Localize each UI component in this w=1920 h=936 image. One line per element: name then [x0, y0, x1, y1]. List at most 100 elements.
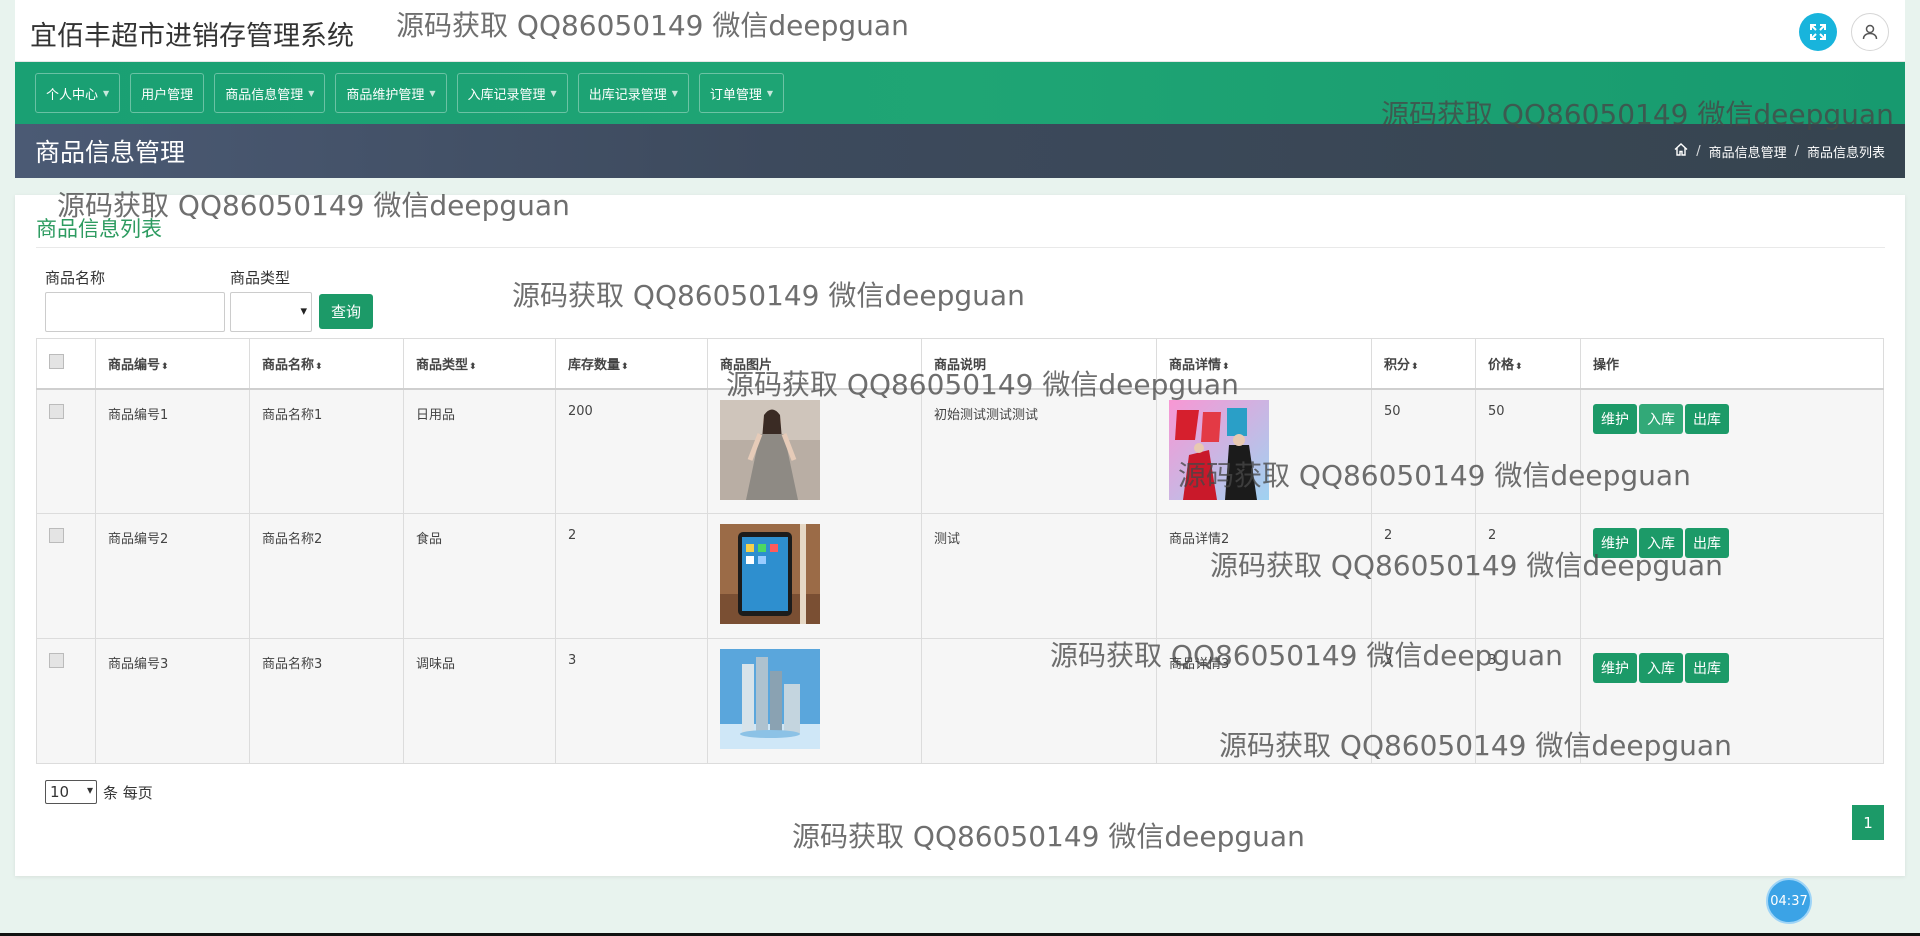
- header-label: 操作: [1593, 357, 1620, 373]
- user-icon[interactable]: [1851, 13, 1889, 51]
- product-detail-image: [1169, 399, 1269, 500]
- nav-product-info[interactable]: 商品信息管理 ▼: [214, 73, 326, 113]
- page-title: 商品信息管理: [35, 138, 186, 167]
- row-actions: 维护 入库 出库: [1593, 403, 1871, 434]
- header-label: 商品编号: [108, 357, 161, 373]
- cell-name: 商品名称3: [249, 638, 404, 764]
- col-product-type[interactable]: 商品类型⬍: [403, 338, 556, 390]
- nav-label: 入库记录管理: [467, 87, 546, 103]
- caret-down-icon: ▼: [550, 88, 557, 98]
- row-checkbox[interactable]: [49, 403, 64, 419]
- page-button-current[interactable]: 1: [1852, 805, 1884, 840]
- cell-price: 2: [1475, 513, 1581, 639]
- cell-code: 商品编号1: [95, 388, 250, 514]
- caret-down-icon: ▼: [103, 88, 110, 98]
- product-type-select[interactable]: [230, 292, 312, 332]
- header-label: 商品图片: [720, 357, 773, 373]
- product-image-dress: [720, 399, 820, 500]
- search-form: 商品名称 商品类型 查询: [45, 267, 374, 332]
- cell-code: 商品编号2: [95, 513, 250, 639]
- per-page-label: 条 每页: [103, 783, 153, 802]
- stock-out-button[interactable]: 出库: [1685, 528, 1729, 558]
- product-table: 商品编号⬍ 商品名称⬍ 商品类型⬍ 库存数量⬍ 商品图片 商品说明 商品详情⬍ …: [36, 338, 1884, 764]
- stock-in-button[interactable]: 入库: [1639, 528, 1683, 558]
- col-stock[interactable]: 库存数量⬍: [555, 338, 708, 390]
- query-button[interactable]: 查询: [319, 294, 374, 329]
- cell-name: 商品名称2: [249, 513, 404, 639]
- table-row: 商品编号3 商品名称3 调味品 3 商品详情3 3 3 维护 入库 出库: [36, 638, 1884, 764]
- cell-points: 3: [1371, 638, 1476, 764]
- col-product-code[interactable]: 商品编号⬍: [95, 338, 250, 390]
- col-product-name[interactable]: 商品名称⬍: [249, 338, 404, 390]
- cell-type: 调味品: [403, 638, 556, 764]
- cell-type: 食品: [403, 513, 556, 639]
- nav-label: 用户管理: [141, 87, 194, 103]
- cell-actions: 维护 入库 出库: [1580, 513, 1884, 639]
- row-actions: 维护 入库 出库: [1593, 653, 1871, 683]
- maintain-button[interactable]: 维护: [1593, 403, 1637, 434]
- col-image: 商品图片: [707, 338, 922, 390]
- col-points[interactable]: 积分⬍: [1371, 338, 1476, 390]
- maintain-button[interactable]: 维护: [1593, 653, 1637, 683]
- select-all-checkbox[interactable]: [49, 353, 64, 369]
- page-size-control: 10 条 每页: [45, 780, 153, 804]
- cell-description: 测试: [921, 513, 1157, 639]
- home-icon[interactable]: [1674, 142, 1688, 160]
- expand-icon[interactable]: [1799, 13, 1837, 51]
- row-actions: 维护 入库 出库: [1593, 528, 1871, 558]
- nav-stock-out-records[interactable]: 出库记录管理 ▼: [577, 73, 689, 113]
- cell-actions: 维护 入库 出库: [1580, 638, 1884, 764]
- col-detail[interactable]: 商品详情⬍: [1156, 338, 1372, 390]
- row-checkbox[interactable]: [49, 653, 64, 668]
- type-label: 商品类型: [230, 269, 291, 287]
- breadcrumb-separator: /: [1794, 143, 1799, 159]
- stock-out-button[interactable]: 出库: [1685, 403, 1729, 434]
- header-label: 商品说明: [934, 357, 987, 373]
- maintain-button[interactable]: 维护: [1593, 528, 1637, 558]
- page-header: 商品信息管理 / 商品信息管理 / 商品信息列表: [15, 124, 1905, 178]
- page-size-select[interactable]: 10: [45, 780, 97, 804]
- header-label: 库存数量: [568, 357, 621, 373]
- cell-stock: 3: [555, 638, 708, 764]
- breadcrumb: / 商品信息管理 / 商品信息列表: [1674, 142, 1885, 161]
- row-checkbox[interactable]: [49, 528, 64, 543]
- cell-points: 50: [1371, 388, 1476, 514]
- sort-icon: ⬍: [621, 361, 629, 372]
- name-label: 商品名称: [45, 269, 106, 287]
- cell-description: [921, 638, 1157, 764]
- app: 宜佰丰超市进销存管理系统 个人中心 ▼ 用户管理 商品信息管理 ▼ 商品维护管理 ▼ …: [15, 0, 1905, 178]
- nav-stock-in-records[interactable]: 入库记录管理 ▼: [456, 73, 568, 113]
- nav-label: 订单管理: [709, 87, 762, 103]
- cell-image: [707, 638, 922, 764]
- breadcrumb-separator: /: [1696, 143, 1701, 159]
- stock-out-button[interactable]: 出库: [1685, 653, 1729, 683]
- nav-order-management[interactable]: 订单管理 ▼: [698, 73, 785, 113]
- cell-detail: [1156, 388, 1372, 514]
- nav-user-management[interactable]: 用户管理: [130, 73, 205, 113]
- cell-detail: 商品详情2: [1156, 513, 1372, 639]
- product-name-input[interactable]: [45, 292, 225, 332]
- row-select-cell: [36, 638, 96, 764]
- col-description: 商品说明: [921, 338, 1157, 390]
- header-label: 商品类型: [416, 357, 469, 373]
- card-title: 商品信息列表: [36, 217, 162, 241]
- sort-icon: ⬍: [1411, 361, 1419, 372]
- select-all-header: [36, 338, 96, 390]
- stock-in-button[interactable]: 入库: [1639, 403, 1683, 434]
- caret-down-icon: ▼: [429, 88, 436, 98]
- name-field: 商品名称: [45, 267, 225, 332]
- header-label: 价格: [1488, 357, 1515, 373]
- nav-label: 商品维护管理: [346, 87, 425, 103]
- nav-label: 商品信息管理: [225, 87, 304, 103]
- col-price[interactable]: 价格⬍: [1475, 338, 1581, 390]
- stock-in-button[interactable]: 入库: [1639, 653, 1683, 683]
- breadcrumb-item-product-info[interactable]: 商品信息管理: [1709, 142, 1787, 161]
- sort-icon: ⬍: [161, 361, 169, 372]
- nav-label: 个人中心: [46, 87, 99, 103]
- sort-icon: ⬍: [315, 361, 323, 372]
- header-label: 积分: [1384, 357, 1411, 373]
- nav-personal-center[interactable]: 个人中心 ▼: [35, 73, 121, 113]
- nav-product-maintenance[interactable]: 商品维护管理 ▼: [335, 73, 447, 113]
- product-image-cosmetics: [720, 649, 820, 749]
- cell-detail: 商品详情3: [1156, 638, 1372, 764]
